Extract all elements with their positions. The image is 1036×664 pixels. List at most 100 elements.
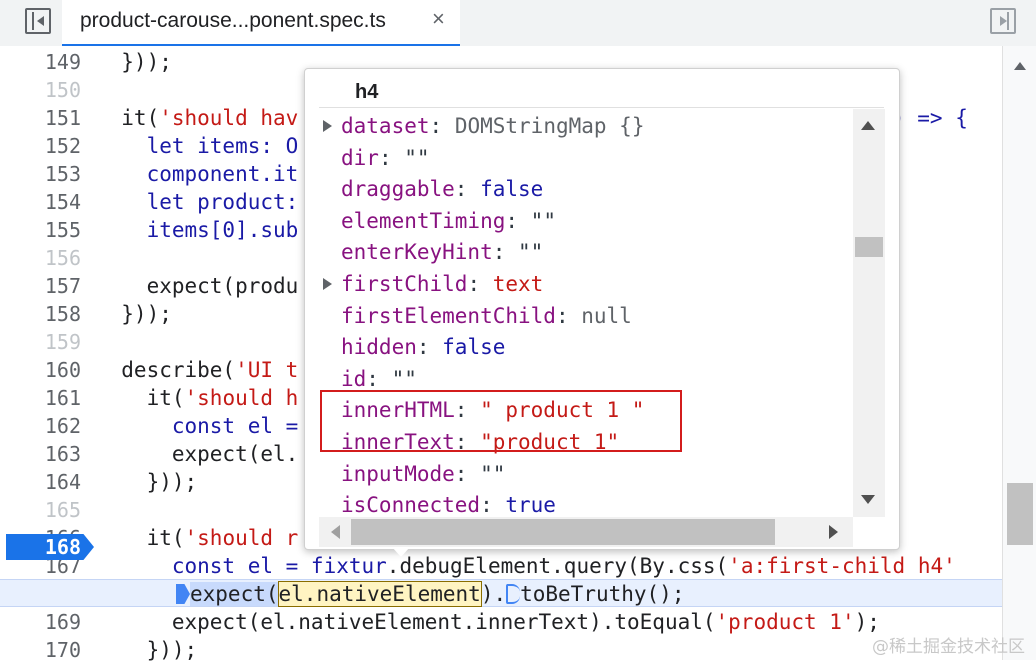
property-value: "" [404, 145, 430, 170]
code-line: const el = [96, 414, 299, 438]
breakpoint-marker-icon[interactable] [176, 584, 190, 604]
property-entry: hidden: false [341, 332, 505, 362]
line-number-text: 165 [44, 498, 81, 522]
property-entry: inputMode: "" [341, 459, 505, 489]
popover-title: h4 [355, 81, 379, 103]
line-number-text: 161 [44, 386, 81, 410]
watermark: @稀土掘金技术社区 [872, 637, 1025, 657]
line-number-text: 157 [44, 274, 81, 298]
line-number[interactable]: 151 [0, 104, 90, 132]
property-separator: : [505, 208, 531, 233]
line-number[interactable]: 149 [0, 48, 90, 76]
property-separator: : [366, 366, 392, 391]
scroll-right-icon[interactable] [829, 525, 838, 539]
line-number[interactable]: 157 [0, 272, 90, 300]
code-line: items[0].sub [96, 218, 299, 242]
line-number[interactable]: 162 [0, 412, 90, 440]
scroll-up-icon[interactable] [861, 121, 875, 130]
property-key: enterKeyHint [341, 240, 493, 265]
popover-horizontal-scrollbar[interactable] [319, 517, 853, 547]
property-value: true [505, 493, 556, 515]
line-number[interactable]: 169 [0, 608, 90, 636]
line-number-text: 153 [44, 162, 81, 186]
property-value: DOMStringMap {} [454, 114, 645, 138]
line-number-text: 150 [44, 78, 81, 102]
property-key: dir [341, 145, 379, 170]
line-number[interactable]: 155 [0, 216, 90, 244]
property-separator: : [378, 145, 405, 170]
property-list: dataset: DOMStringMap {} dir: "" draggable… [319, 107, 855, 515]
property-value: text [492, 272, 544, 296]
object-preview-popover: h4 dataset: DOMStringMap {} dir: "" dragga… [304, 68, 900, 550]
code-line: describe('UI t [96, 358, 299, 382]
scrollbar-thumb[interactable] [351, 519, 775, 545]
line-number[interactable]: 153 [0, 160, 90, 188]
inline-breakpoint-icon[interactable] [506, 584, 521, 604]
expand-triangle-icon[interactable] [323, 120, 332, 132]
editor-scrollbar[interactable] [1002, 46, 1036, 660]
scroll-left-icon[interactable] [331, 525, 340, 539]
editor-tab[interactable]: product-carouse...ponent.spec.ts × [62, 0, 460, 47]
code-line: expect(produ [96, 274, 299, 298]
property-separator: : [480, 493, 506, 515]
property-entry: isConnected: true [341, 490, 556, 515]
property-entry: enterKeyHint: "" [341, 237, 543, 267]
property-value: "" [391, 366, 417, 391]
property-separator: : [467, 272, 493, 296]
property-separator: : [454, 177, 481, 202]
line-number-text: 158 [44, 302, 81, 326]
line-number[interactable]: 150 [0, 76, 90, 104]
code-line: component.it [96, 162, 299, 186]
scroll-up-icon[interactable] [1014, 62, 1026, 70]
toggle-debugger-icon[interactable] [990, 8, 1016, 34]
line-number-text: 162 [44, 414, 81, 438]
code-line: })); [96, 470, 198, 494]
property-separator: : [429, 114, 455, 138]
code-line: const el = fixtur.debugElement.query(By.… [96, 554, 956, 578]
code-line: let product: [96, 190, 299, 214]
code-line: let items: O [96, 134, 299, 158]
line-number[interactable]: 158 [0, 300, 90, 328]
property-value: false [442, 335, 506, 360]
line-number[interactable]: 159 [0, 328, 90, 356]
line-number[interactable]: 165 [0, 496, 90, 524]
line-number[interactable]: 168 [0, 580, 90, 608]
line-number[interactable]: 154 [0, 188, 90, 216]
toggle-navigator-icon[interactable] [25, 8, 51, 34]
property-key: firstChild [341, 272, 468, 296]
close-icon[interactable]: × [432, 6, 445, 32]
line-number[interactable]: 156 [0, 244, 90, 272]
line-number[interactable]: 163 [0, 440, 90, 468]
property-key: inputMode [341, 461, 455, 486]
property-value: false [480, 177, 544, 202]
property-value: "" [530, 208, 556, 233]
line-number-text: 155 [44, 218, 81, 242]
code-line: expect(el.nativeElement.innerText).toEqu… [96, 610, 880, 634]
popover-vertical-scrollbar[interactable] [853, 109, 885, 517]
scroll-down-icon[interactable] [861, 495, 875, 504]
scrollbar-thumb[interactable] [1007, 483, 1033, 545]
code-line: it('should h [96, 386, 299, 410]
line-number[interactable]: 161 [0, 384, 90, 412]
property-key: hidden [341, 335, 417, 360]
expand-triangle-icon[interactable] [323, 278, 332, 290]
code-line: expect(el. [96, 442, 299, 466]
scrollbar-thumb[interactable] [855, 237, 883, 257]
property-key: firstElementChild [341, 303, 556, 328]
property-value: "" [518, 240, 544, 265]
code-line: it('should r [96, 526, 299, 550]
property-key: id [341, 366, 367, 391]
property-separator: : [416, 335, 443, 360]
property-entry: dataset: DOMStringMap {} [341, 111, 644, 141]
property-separator: : [492, 240, 519, 265]
line-number[interactable]: 152 [0, 132, 90, 160]
line-number-text: 154 [44, 190, 81, 214]
paused-code-line: expect(el.nativeElement). toBeTruthy(); [176, 580, 684, 608]
hovered-expression[interactable]: el.nativeElement [277, 581, 482, 607]
line-number[interactable]: 160 [0, 356, 90, 384]
line-number[interactable]: 164 [0, 468, 90, 496]
property-separator: : [555, 303, 582, 328]
property-entry: draggable: false [341, 174, 543, 204]
line-number-text: 152 [44, 134, 81, 158]
line-number-text: 169 [44, 610, 81, 634]
